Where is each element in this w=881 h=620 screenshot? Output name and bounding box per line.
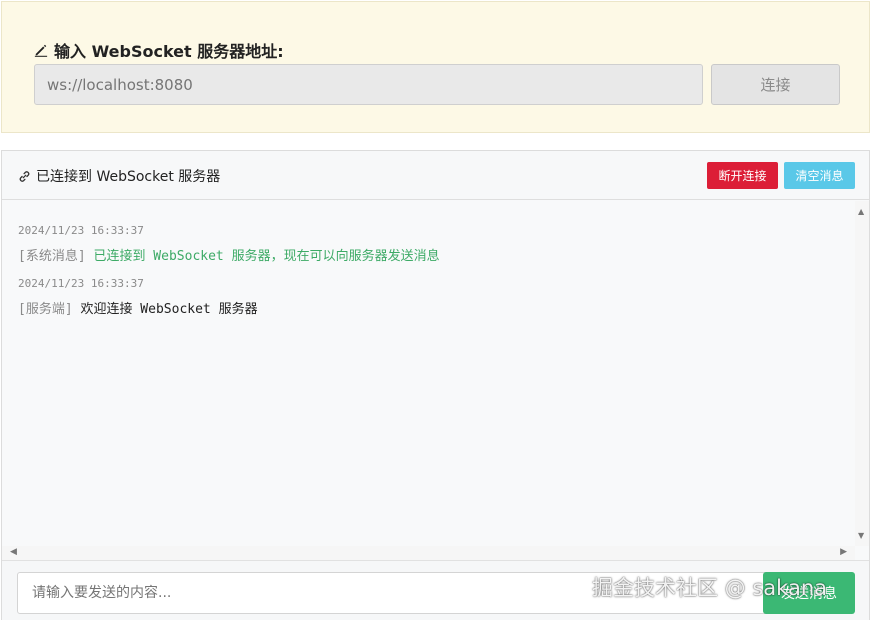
connection-status-text: 已连接到 WebSocket 服务器 <box>36 169 221 185</box>
message-time: 2024/11/23 16:33:37 <box>18 277 144 290</box>
scroll-left-icon[interactable]: ◀ <box>10 547 17 557</box>
connection-status: 已连接到 WebSocket 服务器 <box>18 166 220 186</box>
connect-title-text: 输入 WebSocket 服务器地址: <box>54 42 284 61</box>
message-content: 欢迎连接 WebSocket 服务器 <box>80 302 258 317</box>
message-item: 2024/11/23 16:33:37 [服务端] 欢迎连接 WebSocket… <box>18 277 258 317</box>
disconnect-button[interactable]: 断开连接 <box>707 162 778 189</box>
message-tag: [系统消息] <box>18 249 86 264</box>
watermark: 掘金技术社区 @ sakana <box>592 576 827 600</box>
scroll-down-icon[interactable]: ▼ <box>858 531 864 540</box>
clear-messages-button[interactable]: 清空消息 <box>784 162 855 189</box>
connect-title: 输入 WebSocket 服务器地址: <box>34 38 284 62</box>
pencil-icon <box>34 44 48 57</box>
message-line: [服务端] 欢迎连接 WebSocket 服务器 <box>18 298 258 317</box>
message-tag: [服务端] <box>18 302 73 317</box>
message-item: 2024/11/23 16:33:37 [系统消息] 已连接到 WebSocke… <box>18 224 440 264</box>
chat-panel: 已连接到 WebSocket 服务器 断开连接 清空消息 2024/11/23 … <box>1 150 870 620</box>
scroll-right-icon[interactable]: ▶ <box>840 547 847 557</box>
message-time: 2024/11/23 16:33:37 <box>18 224 144 237</box>
scroll-up-icon[interactable]: ▲ <box>858 207 864 216</box>
message-content: 已连接到 WebSocket 服务器，现在可以向服务器发送消息 <box>93 249 440 264</box>
vertical-scrollbar[interactable]: ▲ ▼ <box>855 201 869 546</box>
connect-button[interactable]: 连接 <box>711 64 840 105</box>
server-url-input[interactable] <box>34 64 703 105</box>
link-icon <box>19 170 30 182</box>
message-list[interactable]: 2024/11/23 16:33:37 [系统消息] 已连接到 WebSocke… <box>2 201 855 546</box>
message-line: [系统消息] 已连接到 WebSocket 服务器，现在可以向服务器发送消息 <box>18 245 440 264</box>
horizontal-scrollbar[interactable]: ◀ ▶ <box>2 546 855 560</box>
connect-panel: 输入 WebSocket 服务器地址: 连接 <box>1 1 870 133</box>
chat-header: 已连接到 WebSocket 服务器 断开连接 清空消息 <box>2 151 869 200</box>
